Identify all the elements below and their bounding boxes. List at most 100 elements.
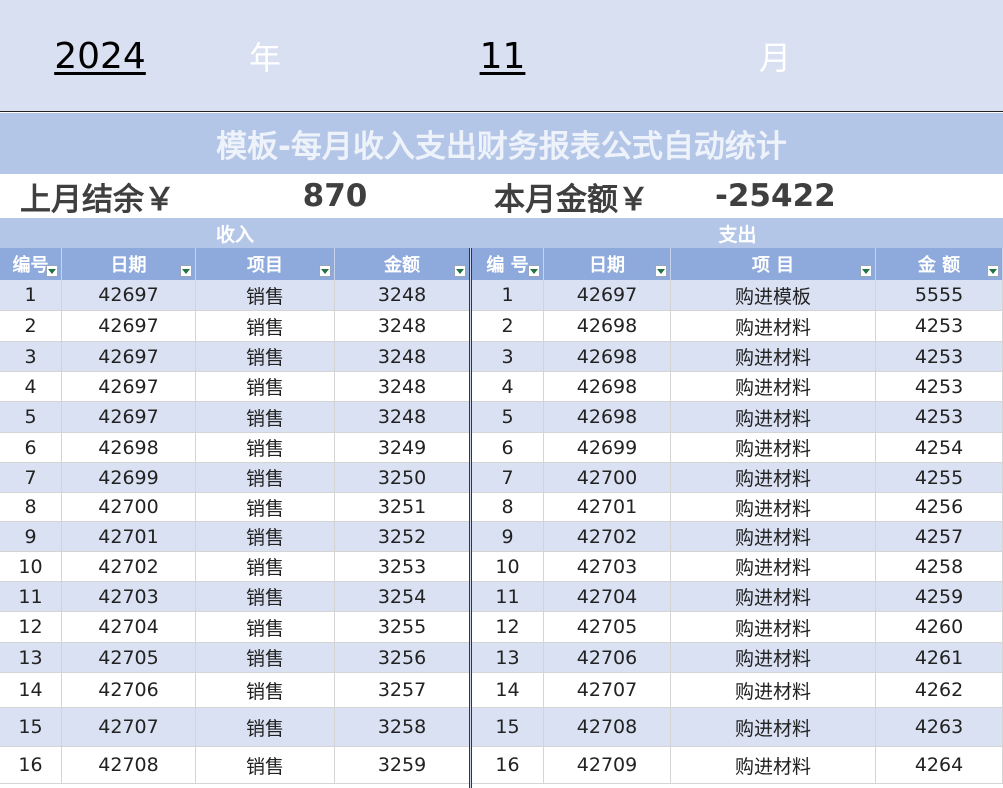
income-cell-item[interactable]: 销售 <box>196 673 335 708</box>
expense-cell-amount[interactable]: 4253 <box>876 402 1003 433</box>
income-cell-amount[interactable]: 3255 <box>335 612 470 643</box>
expense-cell-amount[interactable]: 4255 <box>876 463 1003 493</box>
income-cell-no[interactable]: 12 <box>0 612 62 643</box>
income-cell-item[interactable]: 销售 <box>196 280 335 311</box>
expense-cell-item[interactable]: 购进材料 <box>671 433 876 463</box>
expense-cell-item[interactable]: 购进材料 <box>671 582 876 612</box>
income-cell-amount[interactable]: 3248 <box>335 372 470 402</box>
expense-cell-no[interactable]: 14 <box>472 673 544 708</box>
income-cell-item[interactable]: 销售 <box>196 612 335 643</box>
income-cell-item[interactable]: 销售 <box>196 402 335 433</box>
expense-cell-amount[interactable]: 4262 <box>876 673 1003 708</box>
income-cell-date[interactable]: 42700 <box>62 493 196 522</box>
expense-cell-date[interactable]: 42701 <box>544 493 671 522</box>
income-cell-no[interactable]: 14 <box>0 673 62 708</box>
filter-dropdown-icon[interactable] <box>180 265 192 277</box>
expense-cell-item[interactable]: 购进材料 <box>671 708 876 747</box>
expense-cell-no[interactable]: 12 <box>472 612 544 643</box>
expense-cell-no[interactable]: 15 <box>472 708 544 747</box>
income-cell-item[interactable]: 销售 <box>196 582 335 612</box>
expense-cell-no[interactable]: 6 <box>472 433 544 463</box>
income-cell-amount[interactable]: 3257 <box>335 673 470 708</box>
expense-cell-item[interactable]: 购进材料 <box>671 342 876 372</box>
income-cell-date[interactable]: 42705 <box>62 643 196 673</box>
filter-dropdown-icon[interactable] <box>987 265 999 277</box>
month-cell[interactable]: 11 <box>450 0 555 112</box>
expense-cell-amount[interactable]: 4263 <box>876 708 1003 747</box>
expense-cell-amount[interactable]: 4258 <box>876 552 1003 582</box>
expense-cell-amount[interactable]: 4253 <box>876 342 1003 372</box>
expense-cell-no[interactable]: 13 <box>472 643 544 673</box>
income-cell-no[interactable]: 10 <box>0 552 62 582</box>
expense-cell-amount[interactable]: 4259 <box>876 582 1003 612</box>
expense-cell-item[interactable]: 购进材料 <box>671 402 876 433</box>
income-cell-date[interactable]: 42706 <box>62 673 196 708</box>
income-cell-date[interactable]: 42704 <box>62 612 196 643</box>
income-cell-amount[interactable]: 3256 <box>335 643 470 673</box>
expense-cell-amount[interactable]: 4264 <box>876 747 1003 784</box>
expense-cell-item[interactable]: 购进材料 <box>671 747 876 784</box>
expense-cell-date[interactable]: 42709 <box>544 747 671 784</box>
expense-cell-amount[interactable]: 5555 <box>876 280 1003 311</box>
expense-cell-date[interactable]: 42698 <box>544 402 671 433</box>
income-cell-item[interactable]: 销售 <box>196 493 335 522</box>
expense-cell-item[interactable]: 购进材料 <box>671 311 876 342</box>
expense-cell-date[interactable]: 42704 <box>544 582 671 612</box>
income-cell-no[interactable]: 15 <box>0 708 62 747</box>
expense-cell-date[interactable]: 42698 <box>544 311 671 342</box>
expense-cell-amount[interactable]: 4254 <box>876 433 1003 463</box>
income-cell-amount[interactable]: 3258 <box>335 708 470 747</box>
income-cell-amount[interactable]: 3252 <box>335 522 470 552</box>
expense-cell-no[interactable]: 4 <box>472 372 544 402</box>
income-cell-date[interactable]: 42707 <box>62 708 196 747</box>
income-cell-date[interactable]: 42697 <box>62 311 196 342</box>
filter-dropdown-icon[interactable] <box>319 265 331 277</box>
income-cell-date[interactable]: 42701 <box>62 522 196 552</box>
income-cell-amount[interactable]: 3254 <box>335 582 470 612</box>
income-cell-date[interactable]: 42697 <box>62 280 196 311</box>
expense-cell-item[interactable]: 购进材料 <box>671 552 876 582</box>
expense-cell-no[interactable]: 9 <box>472 522 544 552</box>
income-cell-no[interactable]: 2 <box>0 311 62 342</box>
expense-cell-amount[interactable]: 4256 <box>876 493 1003 522</box>
expense-cell-no[interactable]: 16 <box>472 747 544 784</box>
expense-cell-no[interactable]: 8 <box>472 493 544 522</box>
expense-cell-date[interactable]: 42699 <box>544 433 671 463</box>
income-cell-no[interactable]: 7 <box>0 463 62 493</box>
expense-cell-amount[interactable]: 4261 <box>876 643 1003 673</box>
expense-cell-date[interactable]: 42702 <box>544 522 671 552</box>
income-cell-date[interactable]: 42703 <box>62 582 196 612</box>
income-cell-date[interactable]: 42702 <box>62 552 196 582</box>
expense-cell-no[interactable]: 11 <box>472 582 544 612</box>
expense-cell-date[interactable]: 42698 <box>544 342 671 372</box>
income-cell-no[interactable]: 4 <box>0 372 62 402</box>
income-cell-amount[interactable]: 3248 <box>335 280 470 311</box>
income-cell-amount[interactable]: 3251 <box>335 493 470 522</box>
expense-cell-item[interactable]: 购进材料 <box>671 463 876 493</box>
expense-cell-amount[interactable]: 4253 <box>876 372 1003 402</box>
expense-cell-date[interactable]: 42707 <box>544 673 671 708</box>
income-cell-no[interactable]: 3 <box>0 342 62 372</box>
expense-cell-item[interactable]: 购进材料 <box>671 522 876 552</box>
income-cell-item[interactable]: 销售 <box>196 433 335 463</box>
expense-cell-amount[interactable]: 4257 <box>876 522 1003 552</box>
filter-dropdown-icon[interactable] <box>454 265 466 277</box>
income-cell-date[interactable]: 42697 <box>62 342 196 372</box>
expense-cell-date[interactable]: 42698 <box>544 372 671 402</box>
expense-cell-amount[interactable]: 4253 <box>876 311 1003 342</box>
expense-cell-item[interactable]: 购进材料 <box>671 493 876 522</box>
income-cell-item[interactable]: 销售 <box>196 463 335 493</box>
expense-cell-no[interactable]: 3 <box>472 342 544 372</box>
income-cell-amount[interactable]: 3248 <box>335 402 470 433</box>
income-cell-item[interactable]: 销售 <box>196 552 335 582</box>
expense-cell-item[interactable]: 购进材料 <box>671 643 876 673</box>
income-cell-no[interactable]: 11 <box>0 582 62 612</box>
income-cell-amount[interactable]: 3259 <box>335 747 470 784</box>
expense-cell-date[interactable]: 42700 <box>544 463 671 493</box>
last-balance-value[interactable]: 870 <box>290 174 380 218</box>
filter-dropdown-icon[interactable] <box>655 265 667 277</box>
income-cell-item[interactable]: 销售 <box>196 311 335 342</box>
income-cell-no[interactable]: 13 <box>0 643 62 673</box>
income-cell-no[interactable]: 5 <box>0 402 62 433</box>
income-cell-amount[interactable]: 3249 <box>335 433 470 463</box>
